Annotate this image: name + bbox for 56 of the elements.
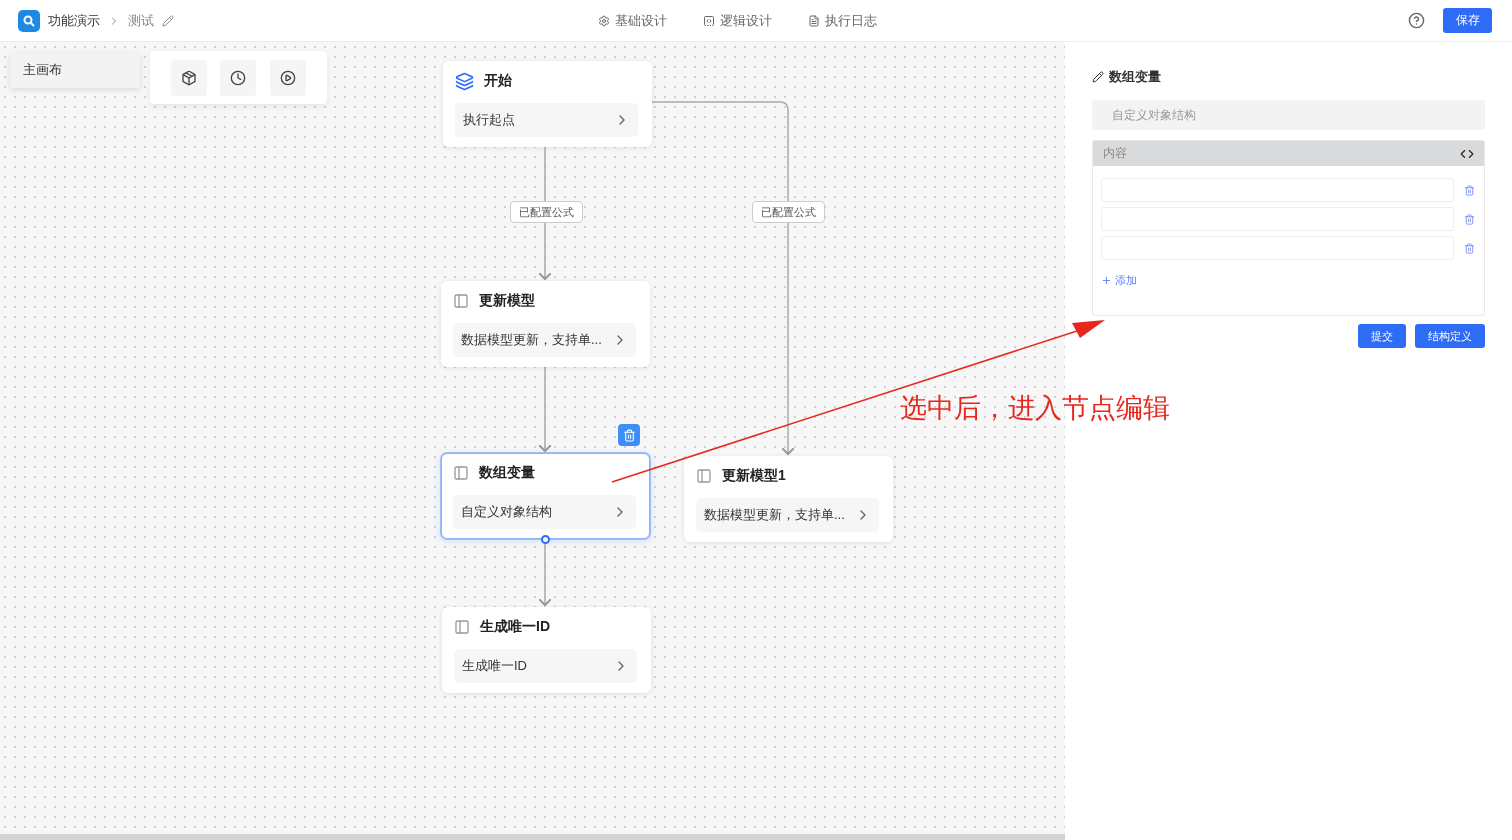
breadcrumb-item[interactable]: 功能演示	[48, 11, 100, 30]
node-detail-row[interactable]: 自定义对象结构	[453, 495, 636, 529]
panel-title: 数组变量	[1109, 68, 1161, 86]
clock-icon	[230, 69, 247, 86]
page-title: 测试	[128, 11, 154, 30]
play-icon	[280, 69, 297, 86]
save-button[interactable]: 保存	[1443, 8, 1492, 33]
nav-tab[interactable]: 逻辑设计	[703, 11, 772, 30]
flow-node[interactable]: 生成唯一ID 生成唯一ID	[442, 607, 651, 693]
delete-icon[interactable]	[1464, 213, 1475, 225]
section-title: 内容	[1103, 145, 1127, 162]
delete-icon[interactable]	[1464, 184, 1475, 196]
node-detail-row[interactable]: 数据模型更新，支持单...	[696, 498, 879, 532]
table-icon	[453, 293, 469, 309]
nav-tab[interactable]: 基础设计	[598, 11, 667, 30]
flow-node[interactable]: 开始 执行起点	[443, 61, 652, 147]
node-detail-row[interactable]: 执行起点	[455, 103, 638, 137]
history-button[interactable]	[220, 59, 257, 96]
connector	[538, 543, 552, 606]
node-title: 开始	[484, 72, 512, 90]
node-title: 更新模型	[479, 292, 535, 310]
help-icon[interactable]	[1408, 12, 1425, 29]
node-detail-row[interactable]: 生成唯一ID	[454, 649, 637, 683]
edit-icon	[1092, 71, 1104, 83]
structure-button[interactable]: 结构定义	[1415, 324, 1485, 348]
table-icon	[454, 619, 470, 635]
node-title: 更新模型1	[722, 467, 786, 485]
flow-node[interactable]: 更新模型1 数据模型更新，支持单...	[684, 456, 893, 542]
gear-icon	[598, 14, 610, 27]
delete-icon	[622, 428, 636, 442]
layers-icon	[455, 71, 474, 91]
edge-label: 已配置公式	[510, 201, 583, 223]
flow-node[interactable]: 数组变量 自定义对象结构	[441, 453, 650, 539]
node-detail-row[interactable]: 数据模型更新，支持单...	[453, 323, 636, 357]
nav-tab[interactable]: 执行日志	[808, 11, 877, 30]
diagram-icon	[703, 14, 715, 27]
add-link[interactable]: 添加	[1101, 273, 1137, 288]
box-icon	[180, 69, 197, 86]
plus-icon	[1101, 275, 1112, 286]
app-logo-icon	[18, 9, 40, 32]
node-title: 数组变量	[479, 464, 535, 482]
delete-button[interactable]	[618, 424, 640, 446]
canvas-tab[interactable]: 主画布	[10, 52, 140, 88]
flow-node[interactable]: 更新模型 数据模型更新，支持单...	[441, 281, 650, 367]
package-button[interactable]	[170, 59, 207, 96]
node-title: 生成唯一ID	[480, 618, 550, 636]
run-button[interactable]	[270, 59, 307, 96]
edit-icon[interactable]	[162, 14, 174, 27]
connection-handle[interactable]	[541, 535, 550, 544]
table-icon	[696, 468, 712, 484]
submit-button[interactable]: 提交	[1358, 324, 1406, 348]
delete-icon[interactable]	[1464, 242, 1475, 254]
table-icon	[453, 465, 469, 481]
annotation-text: 选中后，进入节点编辑	[900, 392, 1170, 425]
document-icon	[808, 14, 820, 27]
edge-label: 已配置公式	[752, 201, 825, 223]
